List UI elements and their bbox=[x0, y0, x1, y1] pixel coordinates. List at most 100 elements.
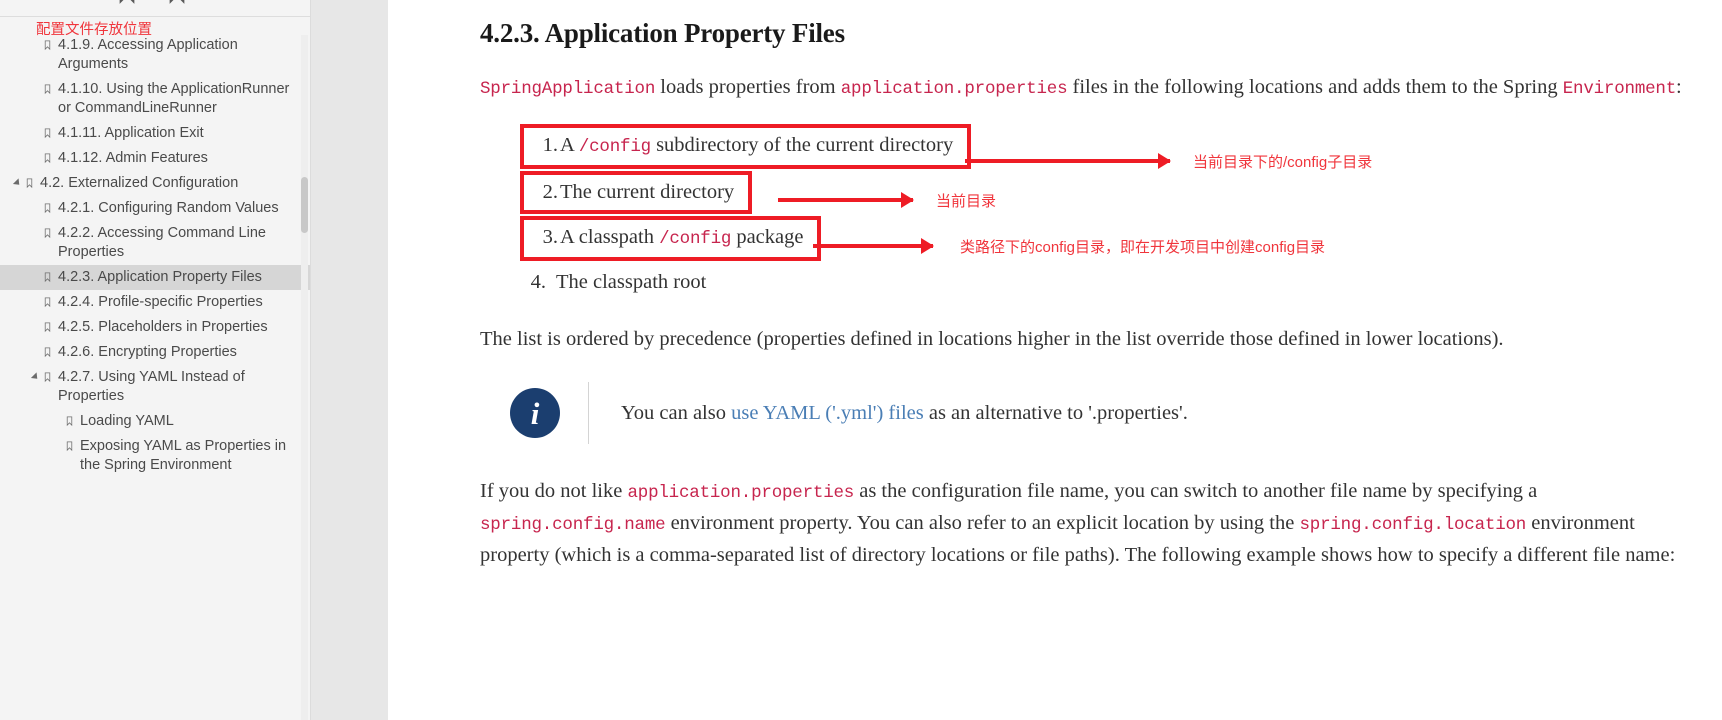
closing-t3: environment property. You can also refer… bbox=[665, 512, 1300, 534]
sidebar-item-9[interactable]: 4.2.4. Profile-specific Properties bbox=[0, 290, 310, 315]
document-body: 4.2.3. Application Property Files Spring… bbox=[388, 0, 1722, 570]
documentation-viewer: 4.1.9. Accessing Application Arguments 4.… bbox=[0, 0, 1722, 720]
sidebar-item-1[interactable]: 4.1.9. Accessing Application Arguments bbox=[0, 33, 310, 77]
sidebar-item-label: Loading YAML bbox=[80, 413, 174, 429]
note-admonition: i You can also use YAML ('.yml') files a… bbox=[480, 382, 1682, 444]
sidebar-item-6[interactable]: 4.2.1. Configuring Random Values bbox=[0, 196, 310, 221]
bookmark-icon bbox=[42, 124, 58, 140]
chevron-down-icon[interactable] bbox=[28, 368, 42, 383]
annotation-arrow-1 bbox=[965, 153, 1171, 169]
sidebar-item-8[interactable]: 4.2.3. Application Property Files bbox=[0, 265, 310, 290]
location-pre: A bbox=[560, 134, 579, 156]
precedence-paragraph: The list is ordered by precedence (prope… bbox=[480, 328, 1504, 350]
code-span-environment: Environment bbox=[1562, 79, 1677, 99]
note-text: You can also use YAML ('.yml') files as … bbox=[589, 398, 1188, 428]
bookmark-icon bbox=[42, 199, 58, 215]
sidebar-scrollbar-thumb[interactable] bbox=[301, 177, 308, 233]
bookmark-icon[interactable] bbox=[114, 0, 140, 5]
info-icon: i bbox=[510, 388, 560, 438]
bookmark-icon bbox=[64, 437, 80, 453]
caret-spacer bbox=[28, 124, 42, 129]
note-before: You can also bbox=[621, 402, 732, 424]
intro-paragraph: SpringApplication loads properties from … bbox=[480, 72, 1682, 104]
bookmark-icon bbox=[42, 293, 58, 309]
caret-spacer bbox=[28, 293, 42, 298]
sidebar-item-label: 4.2.6. Encrypting Properties bbox=[58, 344, 237, 360]
location-pre: A classpath bbox=[560, 226, 660, 248]
sidebar-item-label: 4.2.5. Placeholders in Properties bbox=[58, 319, 268, 335]
code-span-config: /config bbox=[659, 229, 732, 249]
code-span-application-properties: application.properties bbox=[840, 79, 1068, 99]
sidebar-toolbar bbox=[0, 0, 310, 17]
intro-text-3: : bbox=[1676, 76, 1682, 98]
note-add-icon[interactable] bbox=[14, 0, 40, 5]
code-span-application-properties: application.properties bbox=[627, 483, 855, 503]
page-margin-column: 配置文件存放位置 bbox=[36, 0, 388, 720]
annotation-label-3: 类路径下的config目录，即在开发项目中创建config目录 bbox=[960, 239, 1326, 256]
intro-text-2: files in the following locations and add… bbox=[1067, 76, 1563, 98]
caret-spacer bbox=[28, 318, 42, 323]
annotation-title-note: 配置文件存放位置 bbox=[36, 22, 152, 38]
location-pre: The classpath root bbox=[556, 271, 707, 293]
sidebar-item-11[interactable]: 4.2.6. Encrypting Properties bbox=[0, 340, 310, 365]
annotation-label-1: 当前目录下的/config子目录 bbox=[1193, 154, 1373, 171]
sidebar-item-label: 4.2.4. Profile-specific Properties bbox=[58, 294, 263, 310]
code-span-springapplication: SpringApplication bbox=[480, 79, 656, 99]
caret-spacer bbox=[28, 224, 42, 229]
list-item: The classpath root bbox=[520, 263, 1682, 302]
table-of-contents[interactable]: 4.1.9. Accessing Application Arguments 4.… bbox=[0, 17, 310, 720]
sidebar-item-4[interactable]: 4.1.12. Admin Features bbox=[0, 146, 310, 171]
sidebar-item-10[interactable]: 4.2.5. Placeholders in Properties bbox=[0, 315, 310, 340]
page-title: 4.2.3. Application Property Files bbox=[480, 18, 845, 48]
location-pre: The current directory bbox=[560, 181, 735, 203]
sidebar-item-2[interactable]: 4.1.10. Using the ApplicationRunner or C… bbox=[0, 77, 310, 121]
sidebar-item-3[interactable]: 4.1.11. Application Exit bbox=[0, 121, 310, 146]
annotation-label-2: 当前目录 bbox=[936, 193, 997, 210]
caret-spacer bbox=[50, 437, 64, 442]
bookmark-icon bbox=[42, 368, 58, 384]
list-item: A /config subdirectory of the current di… bbox=[520, 124, 972, 169]
sidebar-item-label: 4.1.9. Accessing Application Arguments bbox=[58, 37, 238, 72]
code-span-spring-config-location: spring.config.location bbox=[1299, 515, 1527, 535]
closing-t1: If you do not like bbox=[480, 480, 628, 502]
caret-spacer bbox=[28, 343, 42, 348]
sidebar-item-7[interactable]: 4.2.2. Accessing Command Line Properties bbox=[0, 221, 310, 265]
sidebar-item-14[interactable]: Exposing YAML as Properties in the Sprin… bbox=[0, 434, 310, 478]
caret-spacer bbox=[50, 412, 64, 417]
sidebar-item-label: 4.2. Externalized Configuration bbox=[40, 175, 239, 191]
closing-paragraph: If you do not like application.propertie… bbox=[480, 476, 1682, 570]
yaml-link[interactable]: use YAML ('.yml') files bbox=[731, 402, 924, 424]
intro-text-1: loads properties from bbox=[655, 76, 841, 98]
sidebar-item-12[interactable]: 4.2.7. Using YAML Instead of Properties bbox=[0, 365, 310, 409]
chevron-down-icon[interactable] bbox=[10, 174, 24, 189]
sidebar-item-label: 4.1.12. Admin Features bbox=[58, 150, 208, 166]
caret-spacer bbox=[28, 149, 42, 154]
caret-spacer bbox=[28, 199, 42, 204]
note-add-icon[interactable] bbox=[64, 0, 90, 5]
location-post: subdirectory of the current directory bbox=[650, 134, 954, 156]
closing-t2: as the configuration file name, you can … bbox=[854, 480, 1538, 502]
location-post: package bbox=[731, 226, 804, 248]
sidebar-item-13[interactable]: Loading YAML bbox=[0, 409, 310, 434]
bookmark-icon bbox=[42, 318, 58, 334]
sidebar-item-5[interactable]: 4.2. Externalized Configuration bbox=[0, 171, 310, 196]
sidebar-scrollbar-track[interactable] bbox=[301, 35, 308, 720]
locations-list: A /config subdirectory of the current di… bbox=[480, 124, 1682, 302]
bookmark-outline-icon[interactable] bbox=[164, 0, 190, 5]
sidebar-item-label: Exposing YAML as Properties in the Sprin… bbox=[80, 438, 287, 473]
note-after: as an alternative to '.properties'. bbox=[923, 402, 1188, 424]
annotation-arrow-3 bbox=[813, 238, 934, 254]
sidebar-item-label: 4.1.11. Application Exit bbox=[58, 125, 204, 141]
bookmark-icon bbox=[64, 412, 80, 428]
sidebar-item-label: 4.1.10. Using the ApplicationRunner or C… bbox=[58, 81, 290, 116]
list-item: A classpath /config package bbox=[520, 216, 822, 261]
annotation-arrow-2 bbox=[778, 192, 914, 208]
sidebar-item-label: 4.2.2. Accessing Command Line Properties bbox=[58, 225, 266, 260]
code-span-spring-config-name: spring.config.name bbox=[480, 515, 666, 535]
bookmark-icon bbox=[42, 80, 58, 96]
sidebar-item-label: 4.2.1. Configuring Random Values bbox=[58, 200, 279, 216]
caret-spacer bbox=[28, 268, 42, 273]
document-content: 4.2.3. Application Property Files Spring… bbox=[388, 0, 1722, 720]
toc-list: 4.1.9. Accessing Application Arguments 4.… bbox=[0, 33, 310, 478]
bookmark-icon bbox=[42, 149, 58, 165]
